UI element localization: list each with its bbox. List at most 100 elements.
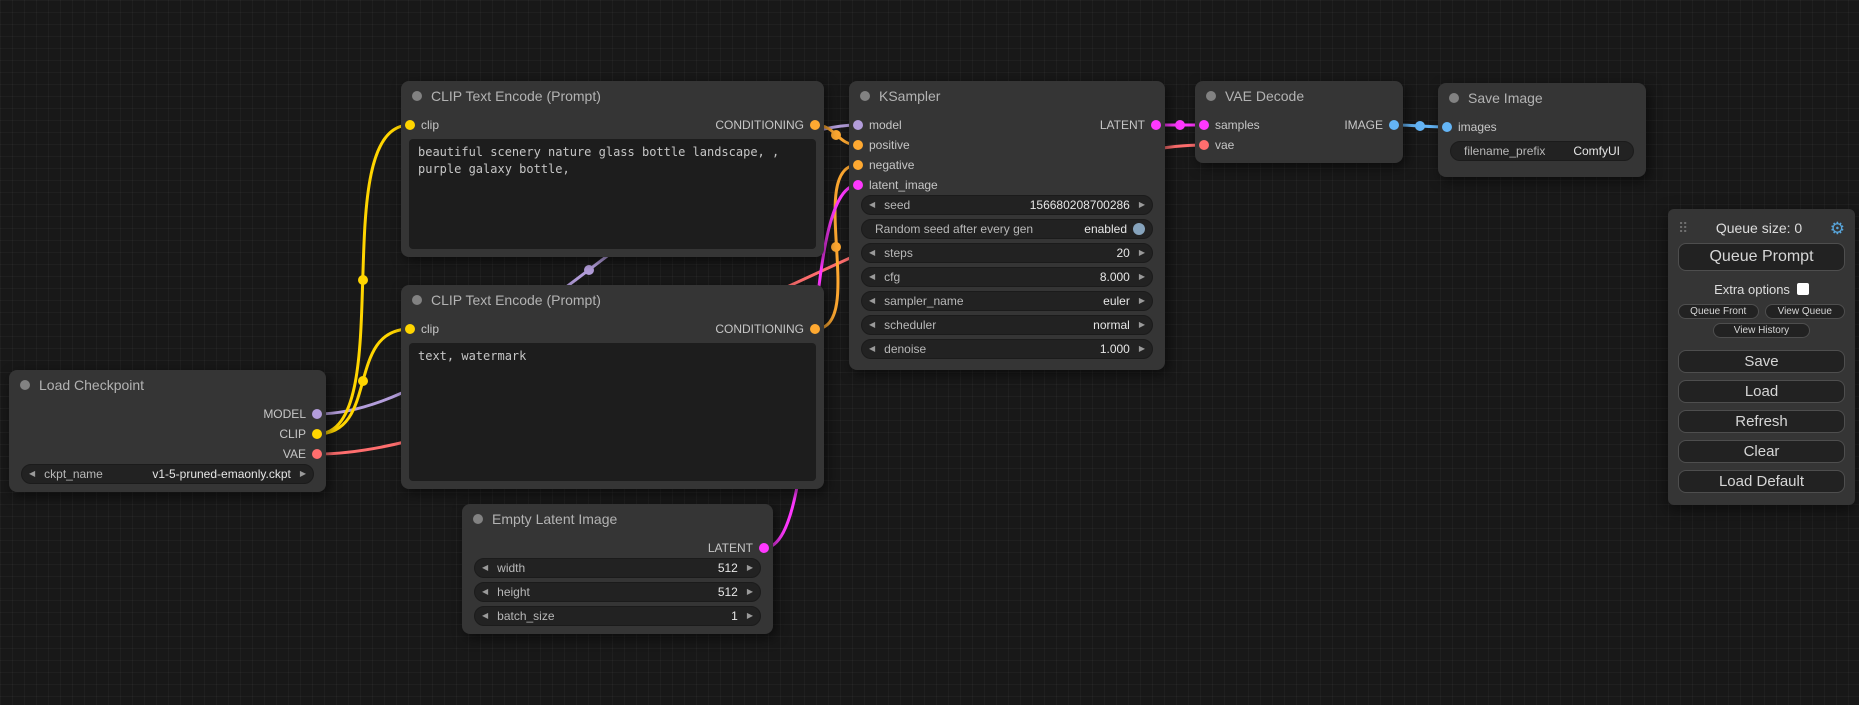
prompt-textarea[interactable]: text, watermark — [409, 343, 816, 481]
node-vae-decode[interactable]: VAE Decode samples IMAGE vae — [1195, 81, 1403, 163]
decrement-arrow-icon[interactable]: ◀ — [869, 321, 875, 329]
output-slot-vae[interactable] — [312, 449, 322, 459]
widget-value: 1 — [731, 609, 738, 623]
increment-arrow-icon[interactable]: ▶ — [747, 564, 753, 572]
load-default-button[interactable]: Load Default — [1678, 470, 1845, 493]
increment-arrow-icon[interactable]: ▶ — [1139, 273, 1145, 281]
input-slot-model[interactable] — [853, 120, 863, 130]
node-title: CLIP Text Encode (Prompt) — [431, 88, 601, 104]
collapse-dot-icon[interactable] — [412, 295, 422, 305]
node-title-bar[interactable]: Empty Latent Image — [462, 504, 773, 534]
node-save-image[interactable]: Save Image images filename_prefix ComfyU… — [1438, 83, 1646, 177]
node-title-bar[interactable]: KSampler — [849, 81, 1165, 111]
decrement-arrow-icon[interactable]: ◀ — [869, 345, 875, 353]
widget-batch-size[interactable]: ◀ batch_size 1 ▶ — [474, 606, 761, 626]
collapse-dot-icon[interactable] — [860, 91, 870, 101]
refresh-button[interactable]: Refresh — [1678, 410, 1845, 433]
increment-arrow-icon[interactable]: ▶ — [1139, 321, 1145, 329]
output-slot-conditioning[interactable] — [810, 324, 820, 334]
decrement-arrow-icon[interactable]: ◀ — [869, 249, 875, 257]
output-slot-latent[interactable] — [759, 543, 769, 553]
output-slot-image[interactable] — [1389, 120, 1399, 130]
widget-label: seed — [884, 198, 910, 212]
decrement-arrow-icon[interactable]: ◀ — [869, 201, 875, 209]
widget-denoise[interactable]: ◀ denoise 1.000 ▶ — [861, 339, 1153, 359]
widget-cfg[interactable]: ◀ cfg 8.000 ▶ — [861, 267, 1153, 287]
decrement-arrow-icon[interactable]: ◀ — [482, 612, 488, 620]
input-slot-negative[interactable] — [853, 160, 863, 170]
widget-filename-prefix[interactable]: filename_prefix ComfyUI — [1450, 141, 1634, 161]
output-slot-conditioning[interactable] — [810, 120, 820, 130]
decrement-arrow-icon[interactable]: ◀ — [29, 470, 35, 478]
queue-prompt-button[interactable]: Queue Prompt — [1678, 243, 1845, 271]
collapse-dot-icon[interactable] — [20, 380, 30, 390]
input-slot-vae[interactable] — [1199, 140, 1209, 150]
increment-arrow-icon[interactable]: ▶ — [747, 612, 753, 620]
queue-front-button[interactable]: Queue Front — [1678, 304, 1759, 319]
input-slot-samples[interactable] — [1199, 120, 1209, 130]
decrement-arrow-icon[interactable]: ◀ — [482, 564, 488, 572]
widget-steps[interactable]: ◀ steps 20 ▶ — [861, 243, 1153, 263]
widget-ckpt-name[interactable]: ◀ ckpt_name v1-5-pruned-emaonly.ckpt ▶ — [21, 464, 314, 484]
widget-seed[interactable]: ◀ seed 156680208700286 ▶ — [861, 195, 1153, 215]
input-slot-latent-image[interactable] — [853, 180, 863, 190]
increment-arrow-icon[interactable]: ▶ — [1139, 201, 1145, 209]
output-slot-latent[interactable] — [1151, 120, 1161, 130]
input-label-samples: samples — [1215, 118, 1260, 132]
input-slot-positive[interactable] — [853, 140, 863, 150]
output-slot-model[interactable] — [312, 409, 322, 419]
widget-value: 8.000 — [1100, 270, 1130, 284]
slot-row: VAE — [9, 444, 326, 464]
input-slot-images[interactable] — [1442, 122, 1452, 132]
increment-arrow-icon[interactable]: ▶ — [1139, 297, 1145, 305]
drag-handle-icon[interactable]: ⠿ — [1678, 220, 1688, 237]
widget-random-seed-toggle[interactable]: Random seed after every gen enabled — [861, 219, 1153, 239]
increment-arrow-icon[interactable]: ▶ — [747, 588, 753, 596]
input-slot-clip[interactable] — [405, 324, 415, 334]
decrement-arrow-icon[interactable]: ◀ — [869, 273, 875, 281]
view-queue-button[interactable]: View Queue — [1765, 304, 1846, 319]
link-midpoint-conditioning-positive — [831, 130, 841, 140]
save-button[interactable]: Save — [1678, 350, 1845, 373]
extra-options-checkbox[interactable] — [1797, 283, 1809, 295]
toggle-dot-icon[interactable] — [1133, 223, 1145, 235]
node-empty-latent-image[interactable]: Empty Latent Image LATENT ◀ width 512 ▶ … — [462, 504, 773, 634]
input-slot-clip[interactable] — [405, 120, 415, 130]
view-history-button[interactable]: View History — [1713, 323, 1810, 338]
node-title-bar[interactable]: CLIP Text Encode (Prompt) — [401, 81, 824, 111]
widget-scheduler[interactable]: ◀ scheduler normal ▶ — [861, 315, 1153, 335]
node-load-checkpoint[interactable]: Load Checkpoint MODEL CLIP VAE ◀ ckpt_na… — [9, 370, 326, 492]
widget-label: steps — [884, 246, 913, 260]
node-title-bar[interactable]: CLIP Text Encode (Prompt) — [401, 285, 824, 315]
collapse-dot-icon[interactable] — [412, 91, 422, 101]
prompt-textarea[interactable]: beautiful scenery nature glass bottle la… — [409, 139, 816, 249]
widget-sampler-name[interactable]: ◀ sampler_name euler ▶ — [861, 291, 1153, 311]
load-button[interactable]: Load — [1678, 380, 1845, 403]
clear-button[interactable]: Clear — [1678, 440, 1845, 463]
widget-height[interactable]: ◀ height 512 ▶ — [474, 582, 761, 602]
node-clip-text-encode-negative[interactable]: CLIP Text Encode (Prompt) clip CONDITION… — [401, 285, 824, 489]
input-label-clip: clip — [421, 322, 439, 336]
node-title-bar[interactable]: Save Image — [1438, 83, 1646, 113]
node-title-bar[interactable]: Load Checkpoint — [9, 370, 326, 400]
collapse-dot-icon[interactable] — [1449, 93, 1459, 103]
settings-gear-icon[interactable]: ⚙ — [1830, 220, 1845, 237]
slot-row: positive — [849, 135, 1165, 155]
output-label-vae: VAE — [283, 447, 306, 461]
widget-width[interactable]: ◀ width 512 ▶ — [474, 558, 761, 578]
increment-arrow-icon[interactable]: ▶ — [300, 470, 306, 478]
link-midpoint-conditioning-negative — [831, 242, 841, 252]
increment-arrow-icon[interactable]: ▶ — [1139, 249, 1145, 257]
node-title: Empty Latent Image — [492, 511, 617, 527]
node-ksampler[interactable]: KSampler model LATENT positive negative … — [849, 81, 1165, 370]
decrement-arrow-icon[interactable]: ◀ — [869, 297, 875, 305]
output-label-conditioning: CONDITIONING — [715, 118, 804, 132]
output-label-model: MODEL — [263, 407, 306, 421]
decrement-arrow-icon[interactable]: ◀ — [482, 588, 488, 596]
increment-arrow-icon[interactable]: ▶ — [1139, 345, 1145, 353]
node-clip-text-encode-positive[interactable]: CLIP Text Encode (Prompt) clip CONDITION… — [401, 81, 824, 257]
output-slot-clip[interactable] — [312, 429, 322, 439]
collapse-dot-icon[interactable] — [1206, 91, 1216, 101]
collapse-dot-icon[interactable] — [473, 514, 483, 524]
node-title-bar[interactable]: VAE Decode — [1195, 81, 1403, 111]
